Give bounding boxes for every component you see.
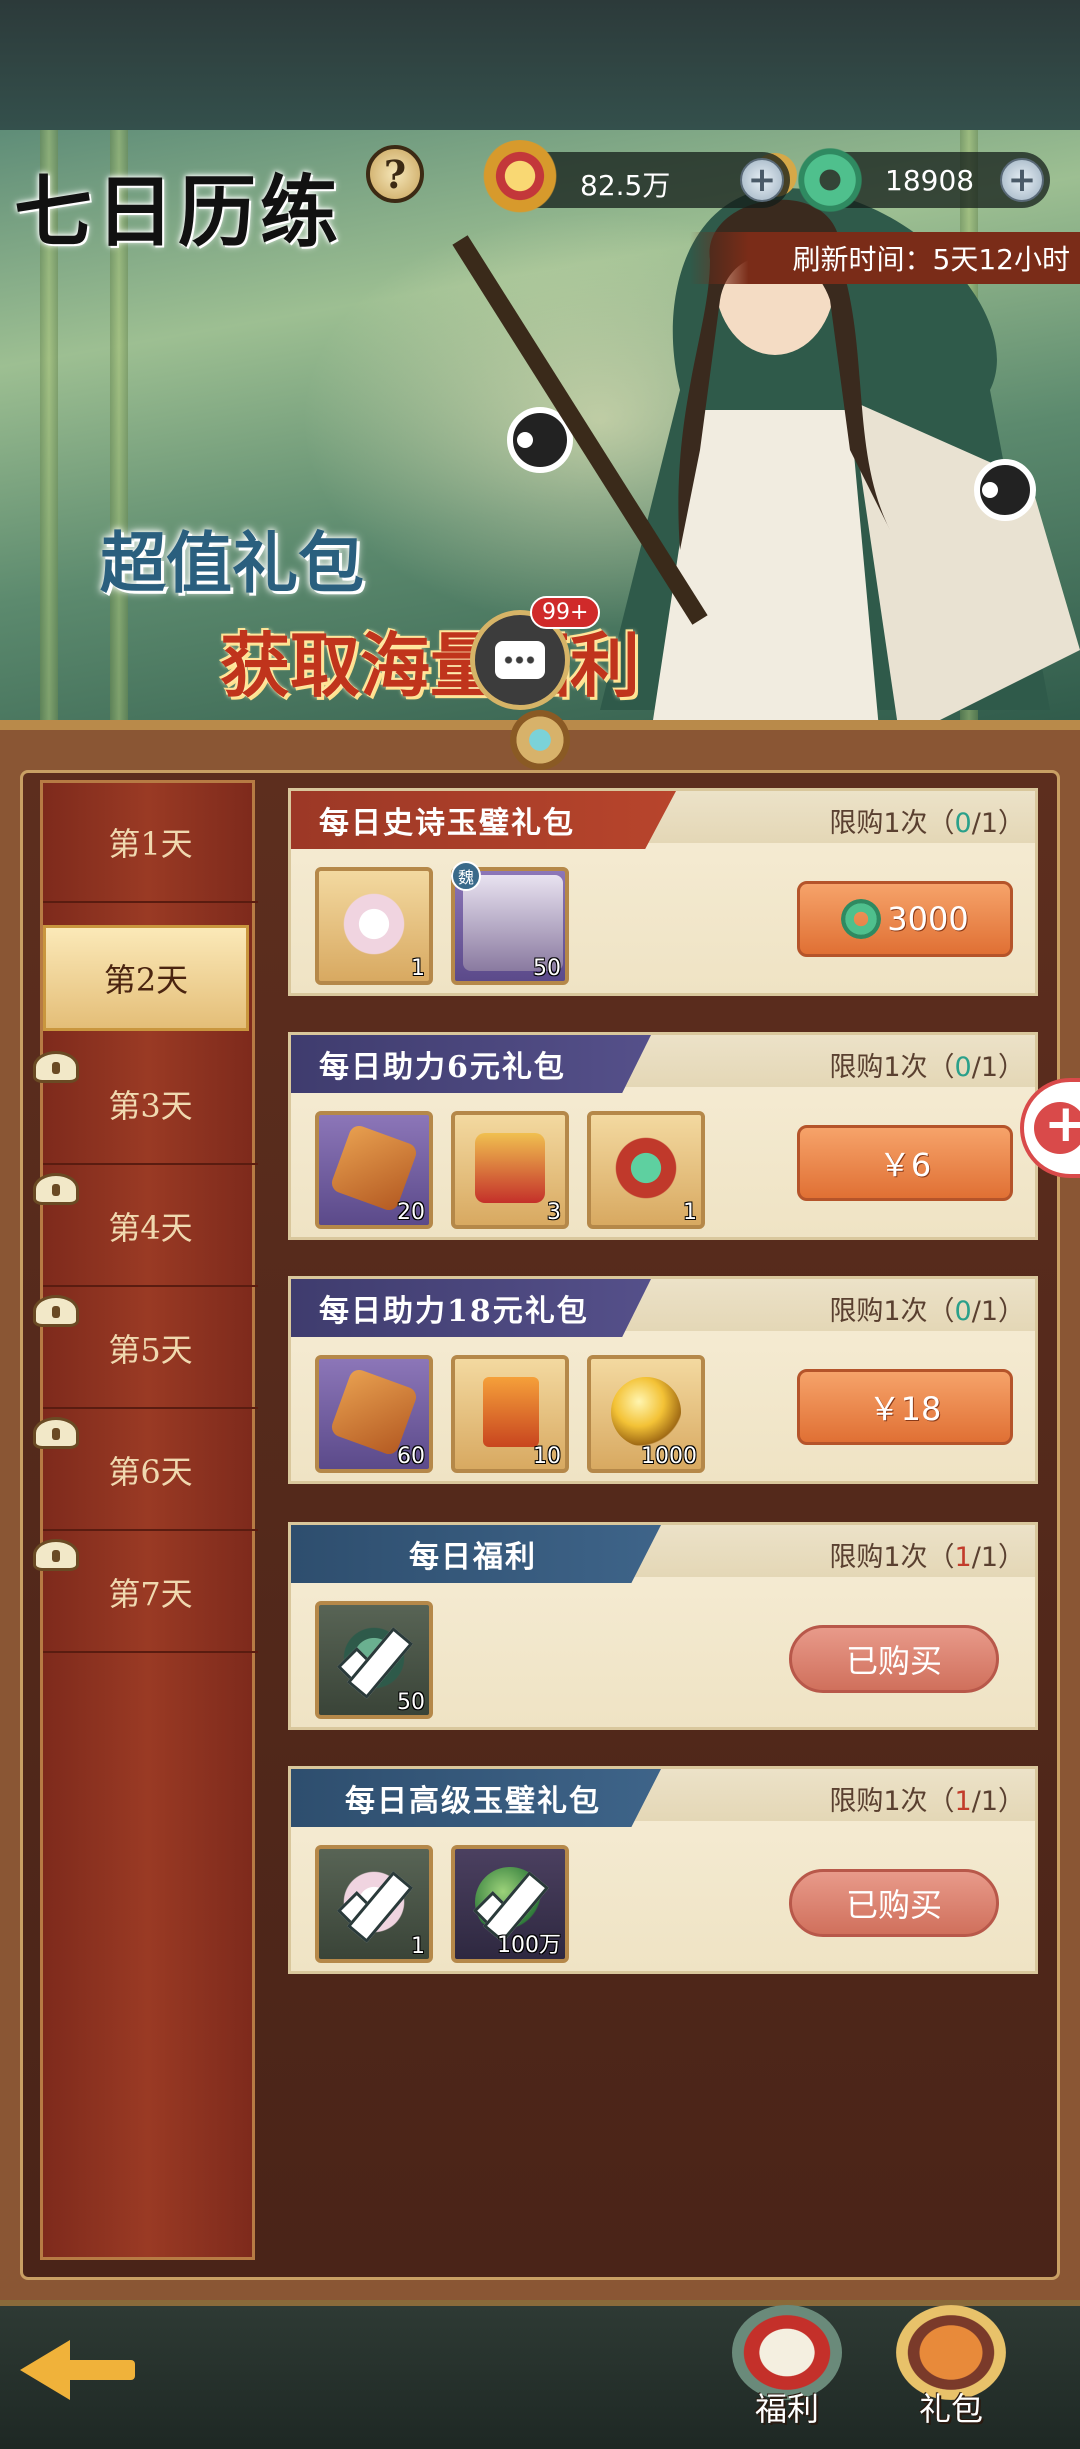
faction-badge: 魏 (451, 861, 481, 891)
reward-item[interactable]: 20 (315, 1111, 433, 1229)
event-banner: 七日历练 ? 82.5万 + 18908 + 刷新时间：5天12小时 超值礼包 … (0, 130, 1080, 730)
order-scroll-icon (483, 1377, 539, 1447)
nav-tab-welfare[interactable]: 福利 (722, 2300, 852, 2430)
reward-item[interactable]: 1000 (587, 1355, 705, 1473)
question-icon: ? (383, 151, 407, 197)
chat-badge: 99+ (530, 596, 601, 629)
day-label: 第5天 (108, 1331, 193, 1369)
buy-button[interactable]: 3000 (797, 881, 1013, 957)
purchased-button[interactable]: 已购买 (789, 1869, 999, 1937)
reward-item[interactable]: 1 (315, 867, 433, 985)
nav-tab-gift[interactable]: 礼包 (886, 2300, 1016, 2430)
jade-icon (790, 140, 870, 220)
reward-item[interactable]: 3 (451, 1111, 569, 1229)
add-jade-button[interactable]: + (1000, 158, 1044, 202)
golden-orb-icon (611, 1377, 681, 1447)
plus-icon: + (1007, 160, 1037, 200)
day-label: 第3天 (108, 1087, 193, 1125)
day-tab-6[interactable]: 第6天 (33, 1411, 258, 1531)
day-tab-7[interactable]: 第7天 (33, 1533, 258, 1653)
package-card: 每日助力18元礼包 限购1次（0/1） 60 10 1000 ￥18 (288, 1276, 1038, 1484)
buy-button[interactable]: ￥6 (797, 1125, 1013, 1201)
purchase-limit: 限购1次（0/1） (829, 1296, 1025, 1327)
package-title: 每日福利 (291, 1525, 661, 1583)
day-tab-5[interactable]: 第5天 (33, 1289, 258, 1409)
day-label: 第2天 (103, 961, 189, 999)
day-tab-1[interactable]: 第1天 (43, 783, 258, 903)
check-icon (337, 1629, 417, 1689)
check-icon (473, 1873, 553, 1933)
lock-icon (33, 1051, 79, 1083)
refresh-timer: 刷新时间：5天12小时 (690, 232, 1080, 284)
title-block: 七日历练 (14, 150, 342, 262)
purchase-limit: 限购1次（1/1） (829, 1542, 1025, 1573)
reward-item[interactable]: 魏 50 (451, 861, 569, 985)
buy-button[interactable]: ￥18 (797, 1369, 1013, 1445)
purchase-limit: 限购1次（0/1） (829, 1052, 1025, 1083)
gold-coin-icon (480, 140, 560, 220)
reward-item[interactable]: 1 (315, 1845, 433, 1963)
jade-bag-icon (611, 1133, 681, 1203)
promo-line-1: 超值礼包 (100, 524, 364, 602)
package-title: 每日史诗玉璧礼包 (291, 791, 676, 849)
red-scroll-icon (475, 1133, 545, 1203)
day-label: 第6天 (108, 1453, 193, 1491)
jade-amount: 18908 (885, 164, 975, 197)
gold-amount: 82.5万 (580, 169, 671, 202)
day-sidebar: 第1天 第2天 第3天 第4天 第5天 第6天 第7天 (33, 780, 258, 2260)
reward-item[interactable]: 60 (315, 1355, 433, 1473)
reward-item[interactable]: 10 (451, 1355, 569, 1473)
back-arrow-button[interactable] (20, 2320, 150, 2420)
package-card: 每日助力6元礼包 限购1次（0/1） 20 3 1 ￥6 (288, 1032, 1038, 1240)
package-card: 每日史诗玉璧礼包 限购1次（0/1） 1 魏 50 3000 (288, 788, 1038, 996)
day-label: 第7天 (108, 1575, 193, 1613)
gold-currency: 82.5万 + (480, 140, 790, 220)
help-button[interactable]: ? (366, 145, 424, 203)
add-gold-button[interactable]: + (740, 158, 784, 202)
day-label: 第1天 (108, 825, 193, 863)
reward-item[interactable]: 1 (587, 1111, 705, 1229)
lock-icon (33, 1417, 79, 1449)
purchase-limit: 限购1次（0/1） (829, 808, 1025, 839)
lotus-icon (339, 889, 409, 959)
check-icon (337, 1873, 417, 1933)
package-title: 每日助力18元礼包 (291, 1279, 651, 1337)
day-label: 第4天 (108, 1209, 193, 1247)
package-title: 每日高级玉璧礼包 (291, 1769, 661, 1827)
lock-icon (33, 1173, 79, 1205)
status-bar (0, 0, 1080, 130)
page-title: 七日历练 (14, 167, 343, 258)
chat-icon (495, 641, 545, 679)
lock-icon (33, 1295, 79, 1327)
nav-label: 福利 (754, 2390, 819, 2428)
nav-label: 礼包 (918, 2390, 983, 2428)
day-tab-3[interactable]: 第3天 (33, 1045, 258, 1165)
package-card: 每日福利 限购1次（1/1） 50 已购买 (288, 1522, 1038, 1730)
lock-icon (33, 1539, 79, 1571)
package-card: 每日高级玉璧礼包 限购1次（1/1） 1 100万 已购买 (288, 1766, 1038, 1974)
reward-item[interactable]: 50 (315, 1601, 433, 1719)
purchase-limit: 限购1次（1/1） (829, 1786, 1025, 1817)
plus-icon: + (747, 160, 777, 200)
reward-item[interactable]: 100万 (451, 1845, 569, 1963)
purchased-button[interactable]: 已购买 (789, 1625, 999, 1693)
package-title: 每日助力6元礼包 (291, 1035, 651, 1093)
panel-ornament-icon (510, 710, 570, 770)
jade-icon (841, 899, 882, 939)
day-tab-2[interactable]: 第2天 (43, 925, 249, 1031)
plus-icon: + (1044, 1094, 1080, 1154)
day-tab-4[interactable]: 第4天 (33, 1167, 258, 1287)
jade-currency: 18908 + (790, 140, 1050, 220)
